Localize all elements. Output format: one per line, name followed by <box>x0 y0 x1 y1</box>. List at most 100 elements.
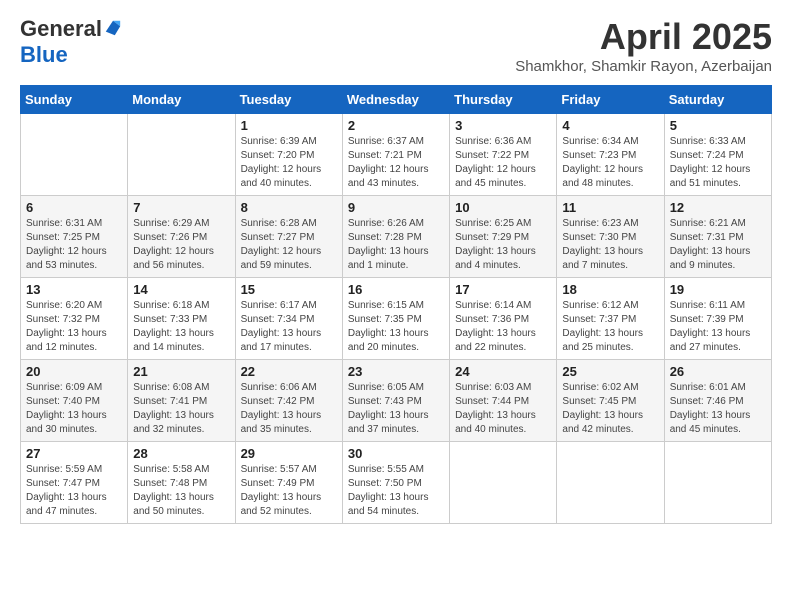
logo: General Blue <box>20 16 122 68</box>
calendar-week-row: 20 Sunrise: 6:09 AM Sunset: 7:40 PM Dayl… <box>21 360 772 442</box>
calendar-cell: 12 Sunrise: 6:21 AM Sunset: 7:31 PM Dayl… <box>664 196 771 278</box>
day-number: 26 <box>670 364 766 379</box>
day-info: Sunrise: 5:55 AM Sunset: 7:50 PM Dayligh… <box>348 463 444 519</box>
day-info: Sunrise: 6:06 AM Sunset: 7:42 PM Dayligh… <box>241 381 337 437</box>
sunset-text: Sunset: 7:31 PM <box>670 231 766 245</box>
daylight-text: Daylight: 12 hours and 45 minutes. <box>455 163 551 191</box>
sunrise-text: Sunrise: 6:02 AM <box>562 381 658 395</box>
calendar-cell: 17 Sunrise: 6:14 AM Sunset: 7:36 PM Dayl… <box>450 278 557 360</box>
sunrise-text: Sunrise: 6:15 AM <box>348 299 444 313</box>
daylight-text: Daylight: 13 hours and 47 minutes. <box>26 491 122 519</box>
calendar-cell: 18 Sunrise: 6:12 AM Sunset: 7:37 PM Dayl… <box>557 278 664 360</box>
daylight-text: Daylight: 12 hours and 43 minutes. <box>348 163 444 191</box>
daylight-text: Daylight: 12 hours and 48 minutes. <box>562 163 658 191</box>
calendar-table: SundayMondayTuesdayWednesdayThursdayFrid… <box>20 85 772 524</box>
day-number: 11 <box>562 200 658 215</box>
calendar-header-sunday: Sunday <box>21 86 128 114</box>
sunrise-text: Sunrise: 6:09 AM <box>26 381 122 395</box>
sunrise-text: Sunrise: 6:01 AM <box>670 381 766 395</box>
sunrise-text: Sunrise: 6:14 AM <box>455 299 551 313</box>
daylight-text: Daylight: 13 hours and 25 minutes. <box>562 327 658 355</box>
calendar-cell: 3 Sunrise: 6:36 AM Sunset: 7:22 PM Dayli… <box>450 114 557 196</box>
sunset-text: Sunset: 7:20 PM <box>241 149 337 163</box>
calendar-cell <box>21 114 128 196</box>
day-number: 14 <box>133 282 229 297</box>
day-info: Sunrise: 6:20 AM Sunset: 7:32 PM Dayligh… <box>26 299 122 355</box>
sunset-text: Sunset: 7:33 PM <box>133 313 229 327</box>
sunset-text: Sunset: 7:47 PM <box>26 477 122 491</box>
day-info: Sunrise: 5:59 AM Sunset: 7:47 PM Dayligh… <box>26 463 122 519</box>
day-number: 9 <box>348 200 444 215</box>
day-info: Sunrise: 6:29 AM Sunset: 7:26 PM Dayligh… <box>133 217 229 273</box>
calendar-cell: 2 Sunrise: 6:37 AM Sunset: 7:21 PM Dayli… <box>342 114 449 196</box>
day-info: Sunrise: 6:25 AM Sunset: 7:29 PM Dayligh… <box>455 217 551 273</box>
day-info: Sunrise: 6:05 AM Sunset: 7:43 PM Dayligh… <box>348 381 444 437</box>
calendar-cell: 22 Sunrise: 6:06 AM Sunset: 7:42 PM Dayl… <box>235 360 342 442</box>
calendar-header-saturday: Saturday <box>664 86 771 114</box>
calendar-cell: 26 Sunrise: 6:01 AM Sunset: 7:46 PM Dayl… <box>664 360 771 442</box>
day-number: 8 <box>241 200 337 215</box>
logo-blue-text: Blue <box>20 42 68 68</box>
calendar-cell: 29 Sunrise: 5:57 AM Sunset: 7:49 PM Dayl… <box>235 442 342 524</box>
sunset-text: Sunset: 7:49 PM <box>241 477 337 491</box>
calendar-cell: 14 Sunrise: 6:18 AM Sunset: 7:33 PM Dayl… <box>128 278 235 360</box>
day-info: Sunrise: 6:26 AM Sunset: 7:28 PM Dayligh… <box>348 217 444 273</box>
calendar-cell: 30 Sunrise: 5:55 AM Sunset: 7:50 PM Dayl… <box>342 442 449 524</box>
title-section: April 2025 Shamkhor, Shamkir Rayon, Azer… <box>515 16 772 75</box>
sunset-text: Sunset: 7:24 PM <box>670 149 766 163</box>
sunset-text: Sunset: 7:29 PM <box>455 231 551 245</box>
calendar-week-row: 13 Sunrise: 6:20 AM Sunset: 7:32 PM Dayl… <box>21 278 772 360</box>
day-info: Sunrise: 6:31 AM Sunset: 7:25 PM Dayligh… <box>26 217 122 273</box>
daylight-text: Daylight: 13 hours and 20 minutes. <box>348 327 444 355</box>
sunset-text: Sunset: 7:36 PM <box>455 313 551 327</box>
calendar-header-thursday: Thursday <box>450 86 557 114</box>
daylight-text: Daylight: 13 hours and 1 minute. <box>348 245 444 273</box>
calendar-header-row: SundayMondayTuesdayWednesdayThursdayFrid… <box>21 86 772 114</box>
day-info: Sunrise: 6:03 AM Sunset: 7:44 PM Dayligh… <box>455 381 551 437</box>
day-number: 13 <box>26 282 122 297</box>
sunrise-text: Sunrise: 6:12 AM <box>562 299 658 313</box>
sunrise-text: Sunrise: 5:59 AM <box>26 463 122 477</box>
daylight-text: Daylight: 13 hours and 22 minutes. <box>455 327 551 355</box>
day-number: 23 <box>348 364 444 379</box>
daylight-text: Daylight: 13 hours and 14 minutes. <box>133 327 229 355</box>
sunrise-text: Sunrise: 6:06 AM <box>241 381 337 395</box>
sunrise-text: Sunrise: 6:36 AM <box>455 135 551 149</box>
page-header: General Blue April 2025 Shamkhor, Shamki… <box>20 16 772 75</box>
daylight-text: Daylight: 13 hours and 9 minutes. <box>670 245 766 273</box>
calendar-cell: 5 Sunrise: 6:33 AM Sunset: 7:24 PM Dayli… <box>664 114 771 196</box>
daylight-text: Daylight: 12 hours and 51 minutes. <box>670 163 766 191</box>
sunrise-text: Sunrise: 6:18 AM <box>133 299 229 313</box>
day-info: Sunrise: 6:15 AM Sunset: 7:35 PM Dayligh… <box>348 299 444 355</box>
sunrise-text: Sunrise: 6:33 AM <box>670 135 766 149</box>
calendar-cell: 27 Sunrise: 5:59 AM Sunset: 7:47 PM Dayl… <box>21 442 128 524</box>
calendar-cell: 7 Sunrise: 6:29 AM Sunset: 7:26 PM Dayli… <box>128 196 235 278</box>
day-info: Sunrise: 6:18 AM Sunset: 7:33 PM Dayligh… <box>133 299 229 355</box>
sunrise-text: Sunrise: 6:11 AM <box>670 299 766 313</box>
sunset-text: Sunset: 7:42 PM <box>241 395 337 409</box>
day-info: Sunrise: 5:57 AM Sunset: 7:49 PM Dayligh… <box>241 463 337 519</box>
day-number: 22 <box>241 364 337 379</box>
calendar-header-friday: Friday <box>557 86 664 114</box>
daylight-text: Daylight: 13 hours and 42 minutes. <box>562 409 658 437</box>
day-number: 21 <box>133 364 229 379</box>
day-info: Sunrise: 6:08 AM Sunset: 7:41 PM Dayligh… <box>133 381 229 437</box>
sunrise-text: Sunrise: 6:08 AM <box>133 381 229 395</box>
calendar-cell: 20 Sunrise: 6:09 AM Sunset: 7:40 PM Dayl… <box>21 360 128 442</box>
day-number: 29 <box>241 446 337 461</box>
daylight-text: Daylight: 13 hours and 30 minutes. <box>26 409 122 437</box>
calendar-week-row: 6 Sunrise: 6:31 AM Sunset: 7:25 PM Dayli… <box>21 196 772 278</box>
daylight-text: Daylight: 13 hours and 17 minutes. <box>241 327 337 355</box>
day-info: Sunrise: 6:39 AM Sunset: 7:20 PM Dayligh… <box>241 135 337 191</box>
sunrise-text: Sunrise: 6:17 AM <box>241 299 337 313</box>
calendar-cell: 15 Sunrise: 6:17 AM Sunset: 7:34 PM Dayl… <box>235 278 342 360</box>
day-info: Sunrise: 6:09 AM Sunset: 7:40 PM Dayligh… <box>26 381 122 437</box>
sunset-text: Sunset: 7:35 PM <box>348 313 444 327</box>
calendar-cell <box>664 442 771 524</box>
sunset-text: Sunset: 7:43 PM <box>348 395 444 409</box>
calendar-cell <box>450 442 557 524</box>
sunrise-text: Sunrise: 6:39 AM <box>241 135 337 149</box>
day-info: Sunrise: 5:58 AM Sunset: 7:48 PM Dayligh… <box>133 463 229 519</box>
calendar-cell: 23 Sunrise: 6:05 AM Sunset: 7:43 PM Dayl… <box>342 360 449 442</box>
sunrise-text: Sunrise: 6:28 AM <box>241 217 337 231</box>
